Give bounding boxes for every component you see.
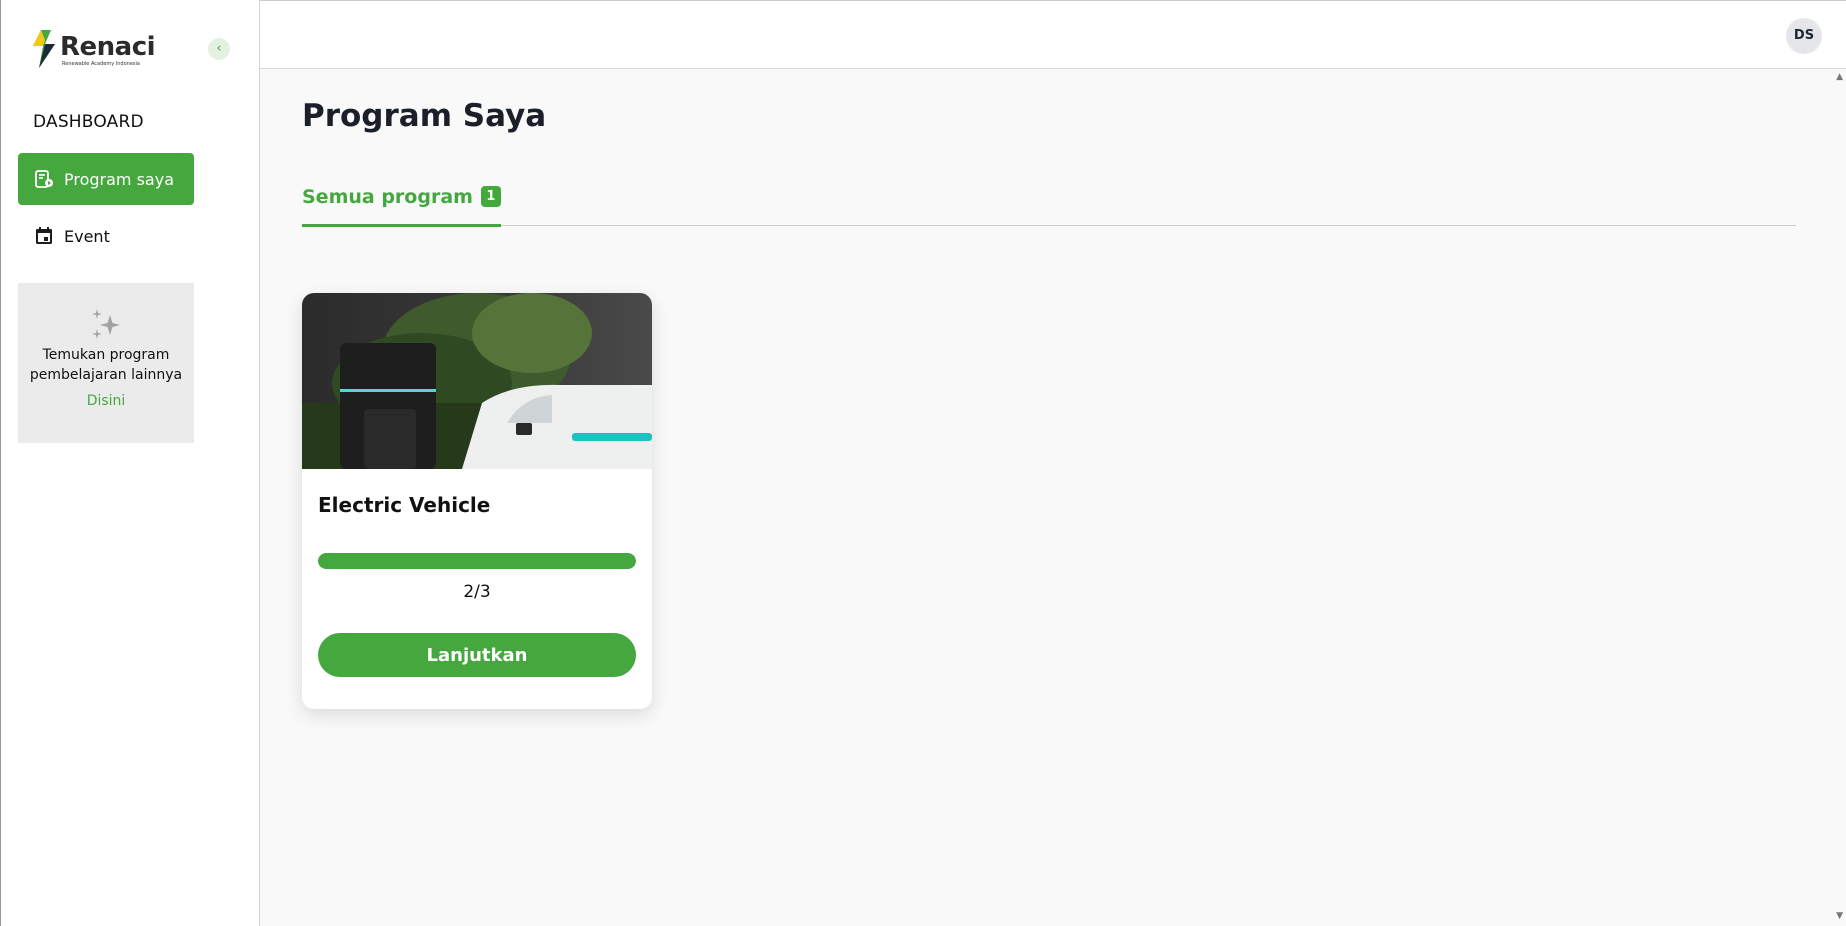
page-title: Program Saya: [302, 98, 547, 134]
tab-label: Semua program: [302, 186, 473, 208]
program-title: Electric Vehicle: [318, 493, 491, 517]
logo-icon: [33, 30, 55, 68]
sparkle-icon: [92, 309, 120, 339]
top-bar: DS: [260, 0, 1846, 69]
brand-name: Renaci: [60, 32, 156, 62]
promo-text: Temukan program pembelajaran lainnya: [29, 347, 183, 383]
chevron-left-icon: ‹: [216, 41, 222, 56]
sidebar-item-event[interactable]: Event: [18, 210, 194, 262]
progress-text: 2/3: [463, 582, 491, 602]
program-icon: [35, 170, 53, 188]
brand-logo[interactable]: Renaci Renewable Academy Indonesia: [33, 30, 163, 70]
scroll-up-icon[interactable]: ▲: [1836, 72, 1843, 82]
progress-bar-fill: [318, 553, 636, 569]
progress-bar: [318, 553, 636, 569]
sidebar-item-label: Event: [64, 226, 110, 246]
tab-count-badge: 1: [480, 186, 501, 207]
sidebar: Renaci Renewable Academy Indonesia ‹ DAS…: [0, 0, 260, 926]
brand-tagline: Renewable Academy Indonesia: [62, 61, 140, 67]
tab-semua-program[interactable]: Semua program 1: [302, 180, 501, 227]
calendar-icon: [36, 227, 52, 244]
sidebar-collapse-button[interactable]: ‹: [208, 38, 230, 60]
sidebar-item-program-saya[interactable]: Program saya: [18, 153, 194, 205]
scroll-down-icon[interactable]: ▼: [1836, 911, 1843, 921]
scrollbar[interactable]: [1832, 69, 1846, 926]
continue-button[interactable]: Lanjutkan: [318, 633, 636, 677]
sidebar-item-label: Program saya: [64, 169, 175, 189]
tab-bar: Semua program 1: [302, 180, 1796, 227]
promo-card: Temukan program pembelajaran lainnya Dis…: [18, 283, 194, 443]
promo-link[interactable]: Disini: [87, 393, 126, 409]
program-card[interactable]: Electric Vehicle 2/3 Lanjutkan: [302, 293, 652, 709]
avatar[interactable]: DS: [1786, 18, 1822, 54]
sidebar-section-title: DASHBOARD: [33, 112, 144, 132]
program-thumbnail: [302, 293, 652, 469]
